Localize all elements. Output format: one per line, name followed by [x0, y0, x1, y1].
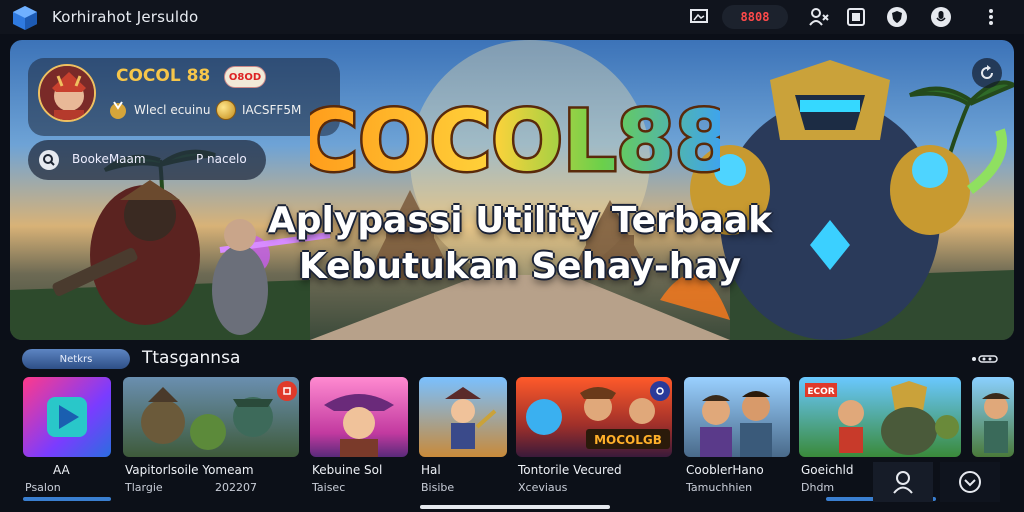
avatar[interactable]	[38, 64, 96, 122]
game-thumbnail[interactable]	[123, 377, 299, 457]
stat-coins-label: IACSFF5M	[242, 103, 302, 117]
game-card[interactable]: Hal Bisibe	[419, 377, 507, 497]
games-section: Netkrs Ttasgannsa AA Psalon Vapitorlsoil…	[0, 340, 1024, 512]
app-logo-icon[interactable]	[12, 5, 38, 31]
game-title: Tontorile Vecured	[518, 463, 622, 477]
shield-icon[interactable]	[886, 6, 908, 28]
game-thumbnail[interactable]: MOCOLGB	[516, 377, 672, 457]
dropdown-button[interactable]	[940, 462, 1000, 502]
game-thumbnail[interactable]	[972, 377, 1014, 457]
stat-coins: IACSFF5M	[216, 100, 301, 120]
profile-refresh-icon[interactable]	[808, 6, 830, 28]
game-subtitle: Tamuchhien	[686, 481, 753, 494]
notification-badge-icon	[277, 381, 297, 401]
svg-text:ECOR: ECOR	[807, 387, 834, 397]
user-icon	[893, 471, 913, 494]
stat-rank-label: Wlecl ecuinu	[134, 103, 211, 117]
game-art	[700, 391, 772, 457]
game-thumbnail[interactable]	[310, 377, 408, 457]
filter-chip[interactable]: Netkrs	[22, 349, 130, 369]
refresh-button[interactable]	[972, 58, 1002, 88]
game-art	[141, 387, 273, 450]
svg-text:COCOL88: COCOL88	[310, 92, 720, 190]
stat-rank: Wlecl ecuinu	[108, 100, 210, 120]
game-title: CooblerHano	[686, 463, 764, 477]
game-thumbnail[interactable]	[419, 377, 507, 457]
game-title: Hal	[421, 463, 441, 477]
headline-line-1: Aplypassi Utility Terbaak	[267, 200, 773, 241]
screen-icon[interactable]	[688, 6, 710, 28]
medal-icon	[110, 101, 126, 119]
player-name: COCOL 88	[116, 66, 211, 86]
info-badge-icon	[650, 381, 670, 401]
top-bar: Korhirahot Jersuldo 8808	[0, 0, 1024, 34]
home-indicator[interactable]	[420, 505, 610, 509]
card-progress-bar	[23, 497, 111, 501]
svg-text:MOCOLGB: MOCOLGB	[594, 433, 662, 447]
game-title: AA	[53, 463, 70, 477]
game-subtitle: Xceviaus	[518, 481, 568, 494]
profile-button[interactable]	[873, 462, 933, 502]
more-horizontal-icon[interactable]	[970, 349, 1000, 369]
level-badge: O8OD	[224, 66, 266, 88]
game-art	[445, 387, 497, 449]
game-thumbnail[interactable]: ECOR	[799, 377, 961, 457]
play-icon	[47, 397, 87, 437]
counter-value: 8808	[740, 10, 770, 24]
hero-banner[interactable]: COCOL 88 O8OD Wlecl ecuinu IACSFF5M Book…	[10, 40, 1014, 340]
game-title: Vapitorlsoile Yomeam	[125, 463, 254, 477]
game-year: 202207	[215, 481, 257, 494]
search-value[interactable]: P nacelo	[196, 152, 247, 166]
player-card[interactable]: COCOL 88 O8OD Wlecl ecuinu IACSFF5M	[28, 58, 340, 136]
game-card[interactable]: MOCOLGB Tontorile Vecured Xceviaus	[516, 377, 672, 497]
game-title: Goeichld	[801, 463, 854, 477]
coin-counter[interactable]: 8808	[722, 5, 788, 29]
game-subtitle: Bisibe	[421, 481, 455, 494]
headline-line-2: Kebutukan Sehay-hay	[298, 246, 742, 287]
game-art	[324, 394, 394, 457]
mic-icon[interactable]	[930, 6, 952, 28]
search-bar[interactable]: BookeMaam P nacelo	[28, 140, 266, 180]
game-subtitle: Taisec	[312, 481, 346, 494]
coin-icon	[216, 100, 236, 120]
game-subtitle: Dhdm	[801, 481, 835, 494]
hero-headline: Aplypassi Utility Terbaak Kebutukan Seha…	[240, 198, 800, 290]
game-subtitle: Psalon	[25, 481, 61, 494]
game-art: ECOR	[805, 381, 959, 455]
more-vertical-icon[interactable]	[980, 6, 1002, 28]
brand-logo: COCOL88	[310, 90, 720, 193]
game-thumbnail[interactable]	[684, 377, 790, 457]
game-subtitle: Tlargie	[125, 481, 163, 494]
game-art	[982, 393, 1010, 453]
game-title: Kebuine Sol	[312, 463, 383, 477]
search-icon	[39, 150, 59, 170]
game-card[interactable]: AA Psalon	[23, 377, 111, 497]
game-card[interactable]: CooblerHano Tamuchhien	[684, 377, 790, 497]
game-card[interactable]: Vapitorlsoile Yomeam Tlargie 202207	[123, 377, 299, 497]
section-title: Ttasgannsa	[142, 348, 241, 368]
refresh-icon	[981, 65, 993, 79]
game-card[interactable]: Kebuine Sol Taisec	[310, 377, 408, 497]
chevron-down-circle-icon	[959, 471, 981, 493]
game-art: MOCOLGB	[526, 387, 670, 449]
search-label: BookeMaam	[72, 152, 146, 166]
frame-icon[interactable]	[845, 6, 867, 28]
game-thumbnail[interactable]	[23, 377, 111, 457]
app-title: Korhirahot Jersuldo	[52, 8, 199, 26]
